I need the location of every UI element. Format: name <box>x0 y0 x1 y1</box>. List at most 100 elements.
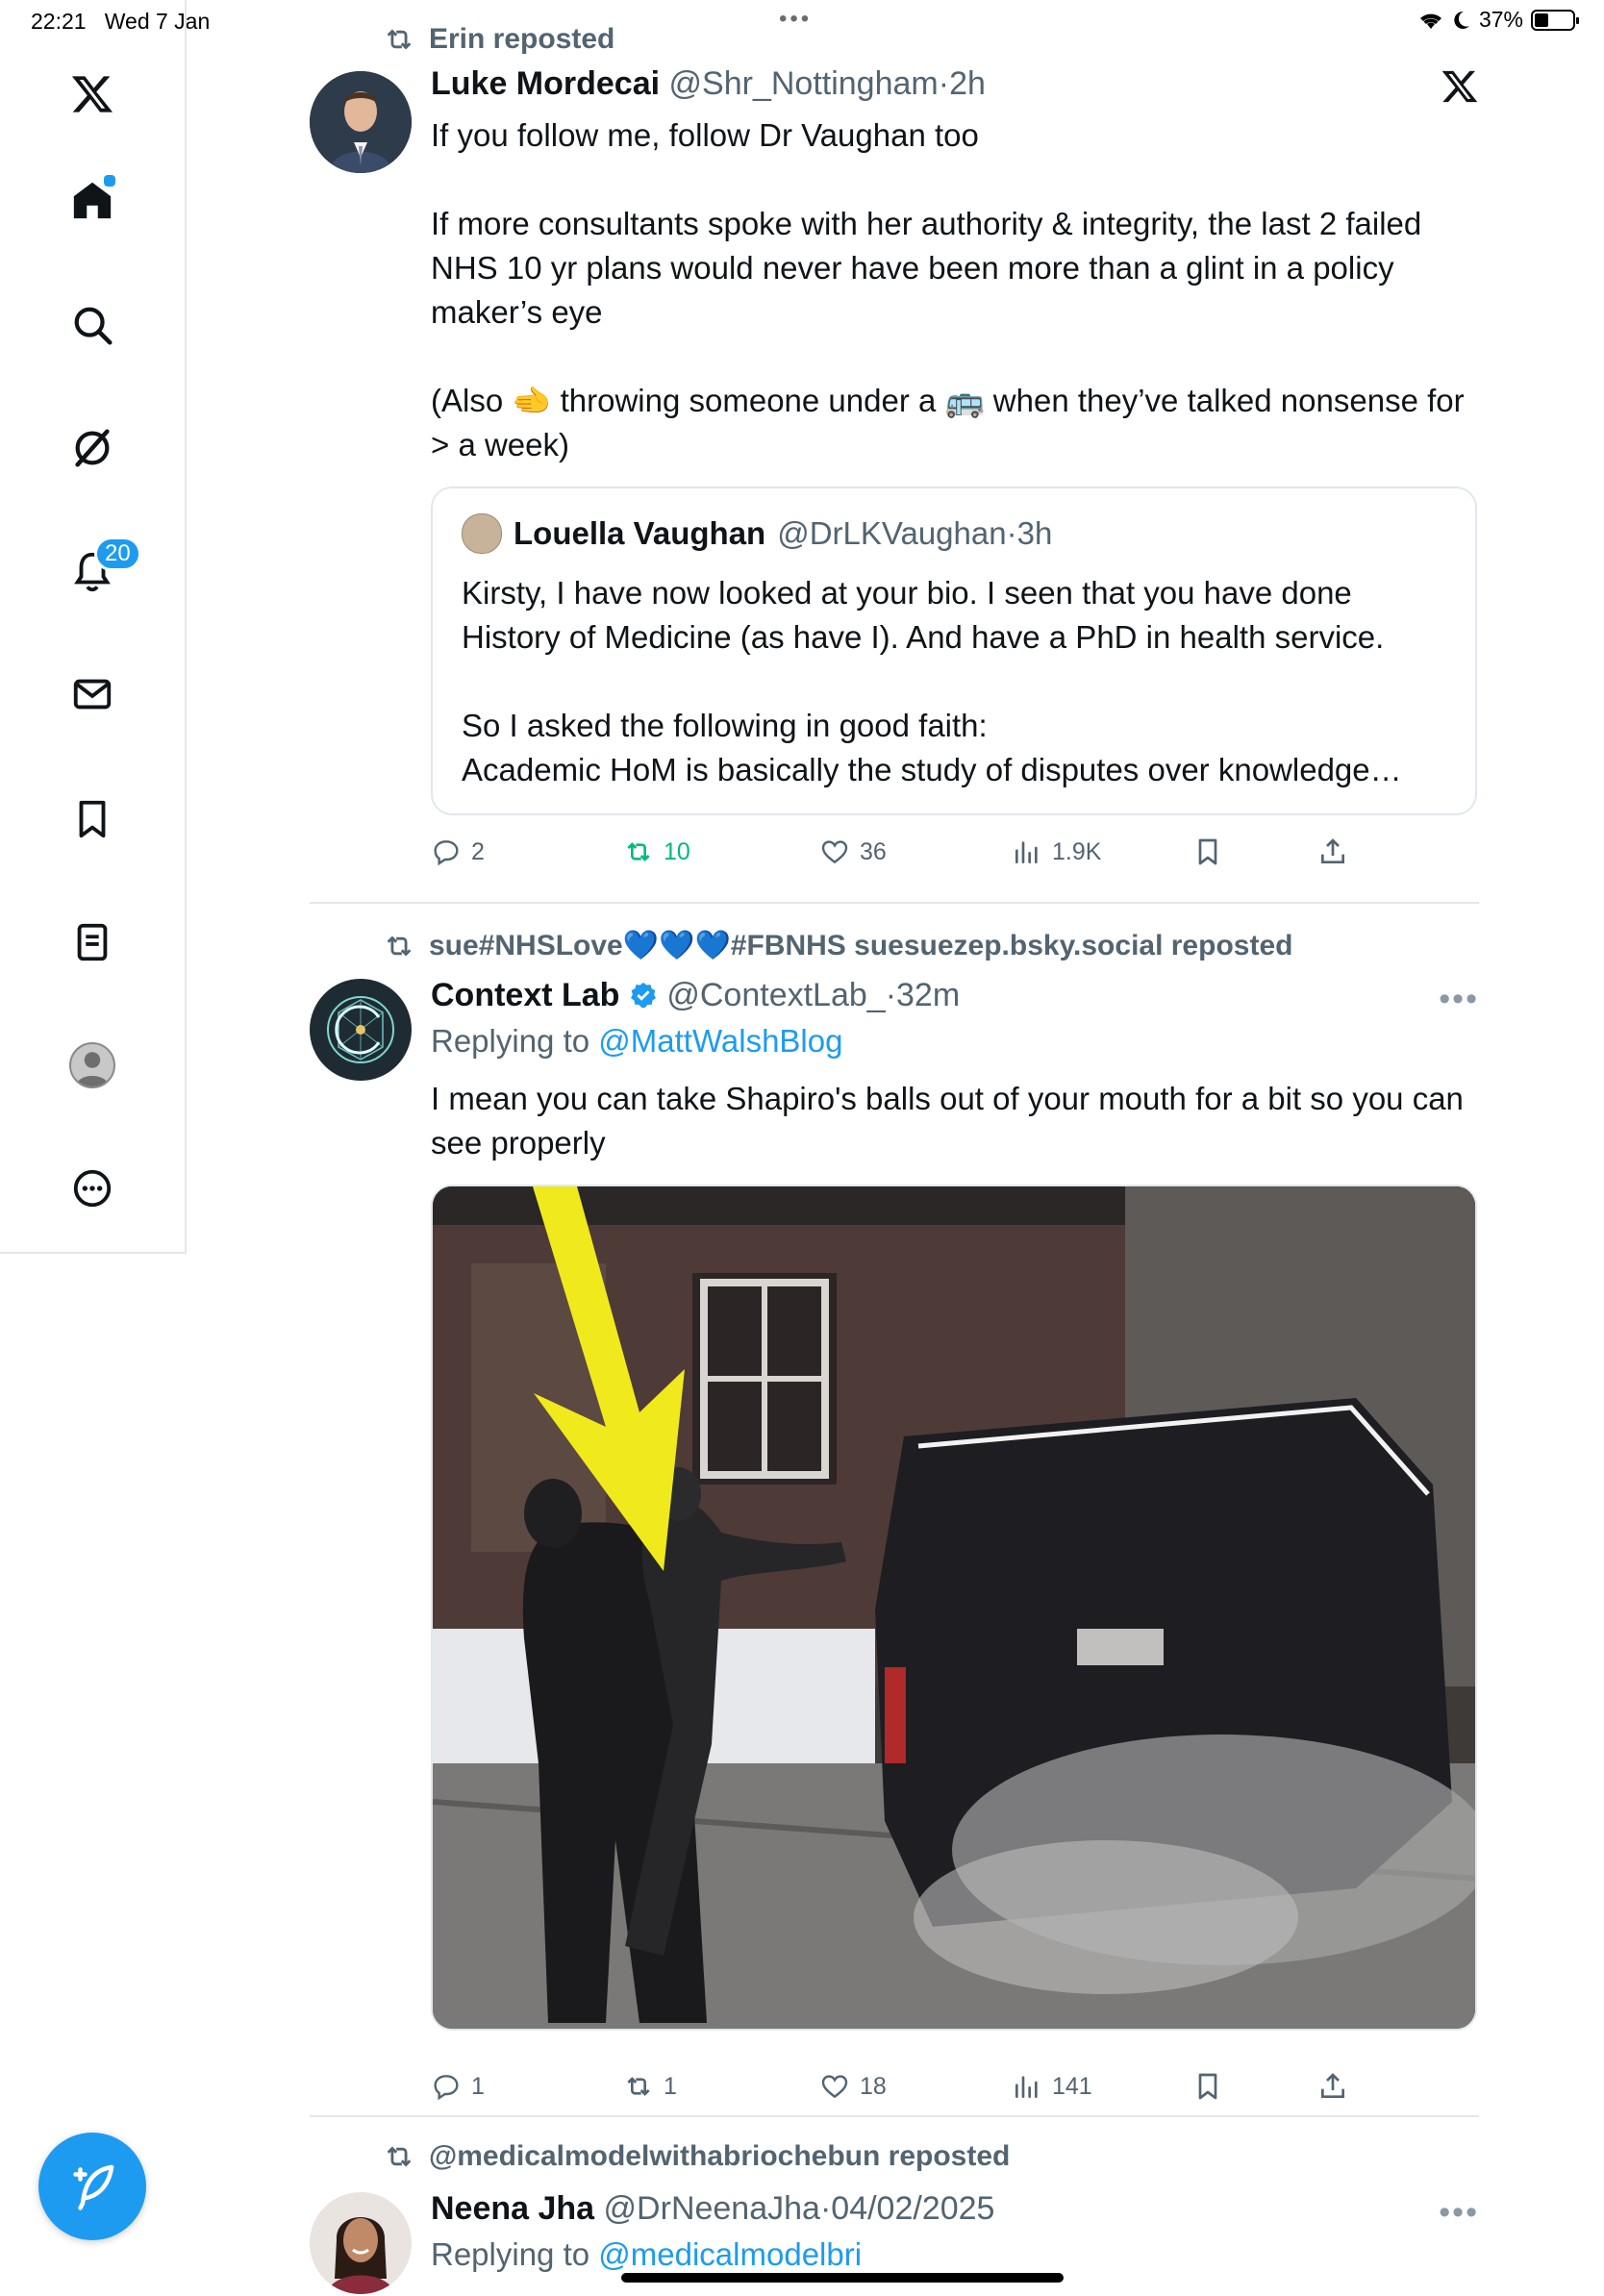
reply-button[interactable]: 2 <box>431 836 485 867</box>
tweet-paragraph: If you follow me, follow Dr Vaughan too <box>431 117 979 153</box>
more-options-button[interactable]: ••• <box>1439 2194 1479 2232</box>
views-button[interactable]: 141 <box>1012 2071 1092 2102</box>
share-icon <box>1321 2073 1344 2098</box>
more-options-button[interactable]: ••• <box>1439 981 1479 1018</box>
bookmark-icon <box>1198 2073 1217 2100</box>
tweet-header: Context Lab @ContextLab_·32m <box>431 977 960 1014</box>
repost-icon <box>627 842 650 861</box>
author-handle[interactable]: @ContextLab_ <box>666 977 885 1013</box>
tweet-paragraph: (Also 🫲 throwing someone under a 🚌 when … <box>431 383 1465 462</box>
replying-to-mention[interactable]: @medicalmodelbri <box>598 2236 862 2272</box>
post-time[interactable]: 04/02/2025 <box>831 2190 994 2227</box>
profile-avatar <box>69 1042 115 1088</box>
like-button[interactable]: 36 <box>819 836 887 867</box>
repost-context: sue#NHSLove💙💙💙#FBNHS suesuezep.bsky.soci… <box>383 929 1292 962</box>
avatar[interactable] <box>310 2192 412 2294</box>
tweet-text: If you follow me, follow Dr Vaughan too … <box>431 113 1479 467</box>
nav-home[interactable] <box>58 165 127 235</box>
replying-to-label: Replying to <box>431 1023 590 1059</box>
nav-more[interactable] <box>58 1154 127 1223</box>
tweet-divider <box>310 2115 1479 2117</box>
post-time[interactable]: 32m <box>896 977 960 1013</box>
default-avatar-icon <box>76 1052 109 1086</box>
author-name[interactable]: Neena Jha <box>431 2190 594 2227</box>
bookmark-icon <box>1198 838 1217 865</box>
search-icon <box>74 307 113 345</box>
mail-icon <box>73 679 112 710</box>
more-circle-icon <box>73 1169 112 1208</box>
quote-paragraph: Academic HoM is basically the study of d… <box>462 752 1402 787</box>
repost-button[interactable]: 10 <box>623 836 690 867</box>
repost-by-label: @medicalmodelwithabriochebun reposted <box>429 2140 1011 2172</box>
replying-to: Replying to @MattWalshBlog <box>431 1023 842 1060</box>
reply-button[interactable]: 1 <box>431 2071 485 2102</box>
avatar[interactable] <box>310 71 412 173</box>
heart-icon <box>821 840 848 864</box>
share-icon <box>1321 838 1344 863</box>
bookmark-button[interactable] <box>1192 836 1223 867</box>
nav-search[interactable] <box>58 290 127 360</box>
replying-to: Replying to @medicalmodelbri <box>431 2236 862 2273</box>
nav-profile[interactable] <box>58 1031 127 1100</box>
quote-time: 3h <box>1016 515 1053 551</box>
nav-lists[interactable] <box>58 908 127 977</box>
repost-by-label: Erin reposted <box>429 23 615 55</box>
post-time[interactable]: 2h <box>949 65 986 102</box>
x-logo-home-link[interactable] <box>58 60 127 129</box>
share-button[interactable] <box>1317 2071 1348 2102</box>
heart-icon <box>821 2075 848 2099</box>
tweet-actions: 1 1 18 141 <box>431 2071 1392 2109</box>
share-button[interactable] <box>1317 836 1348 867</box>
tweet-divider <box>310 902 1479 904</box>
author-name[interactable]: Luke Mordecai <box>431 65 660 102</box>
wifi-icon <box>1419 13 1441 29</box>
views-count: 141 <box>1052 2072 1092 2100</box>
replying-to-label: Replying to <box>431 2236 590 2272</box>
reply-count: 1 <box>471 2072 485 2100</box>
nav-grok[interactable] <box>58 413 127 483</box>
repost-by-label: sue#NHSLove💙💙💙#FBNHS suesuezep.bsky.soci… <box>429 930 1293 961</box>
notifications-count-badge: 20 <box>94 537 141 571</box>
tweet-actions: 2 10 36 1.9K <box>431 836 1392 875</box>
tweet-media-image[interactable] <box>431 1185 1477 2031</box>
multitask-dots-icon[interactable]: ••• <box>779 6 812 33</box>
views-count: 1.9K <box>1052 837 1102 865</box>
nav-notifications[interactable]: 20 <box>58 537 141 606</box>
grok-icon <box>75 429 110 467</box>
repost-icon <box>387 2146 412 2167</box>
repost-count: 10 <box>664 837 690 865</box>
author-handle[interactable]: @DrNeenaJha <box>604 2190 820 2227</box>
author-handle[interactable]: @Shr_Nottingham <box>669 65 939 102</box>
author-avatar-image <box>310 71 412 173</box>
quote-text: Kirsty, I have now looked at your bio. I… <box>462 571 1452 792</box>
repost-count: 1 <box>664 2072 677 2100</box>
nav-bookmarks[interactable] <box>58 785 127 854</box>
meta-separator: · <box>885 977 897 1013</box>
reply-count: 2 <box>471 837 485 865</box>
quoted-tweet[interactable]: Louella Vaughan @DrLKVaughan·3h Kirsty, … <box>431 487 1477 815</box>
verified-badge-icon <box>630 982 656 1009</box>
views-button[interactable]: 1.9K <box>1012 836 1101 867</box>
bookmark-button[interactable] <box>1192 2071 1223 2102</box>
views-chart-icon <box>1015 841 1038 863</box>
author-avatar-image <box>310 979 412 1081</box>
repost-button[interactable]: 1 <box>623 2071 677 2102</box>
home-indicator[interactable] <box>621 2273 1064 2283</box>
status-bar: 22:21 Wed 7 Jan ••• 37% <box>0 0 1604 46</box>
like-button[interactable]: 18 <box>819 2071 887 2102</box>
quote-author-name: Louella Vaughan <box>514 515 766 551</box>
compose-post-button[interactable] <box>38 2133 146 2240</box>
tweet-header: Luke Mordecai @Shr_Nottingham·2h <box>431 65 986 103</box>
quote-paragraph: So I asked the following in good faith: <box>462 708 988 743</box>
author-name[interactable]: Context Lab <box>431 977 619 1013</box>
tweet-text: I mean you can take Shapiro's balls out … <box>431 1081 1464 1160</box>
replying-to-mention[interactable]: @MattWalshBlog <box>598 1023 842 1059</box>
battery-percent: 37% <box>1478 7 1523 32</box>
nav-messages[interactable] <box>58 660 127 729</box>
home-unread-dot <box>102 173 117 188</box>
avatar[interactable] <box>310 979 412 1081</box>
reply-icon <box>434 2075 459 2101</box>
quote-paragraph: Kirsty, I have now looked at your bio. I… <box>462 575 1385 655</box>
repost-icon <box>387 29 412 50</box>
views-chart-icon <box>1015 2076 1038 2098</box>
